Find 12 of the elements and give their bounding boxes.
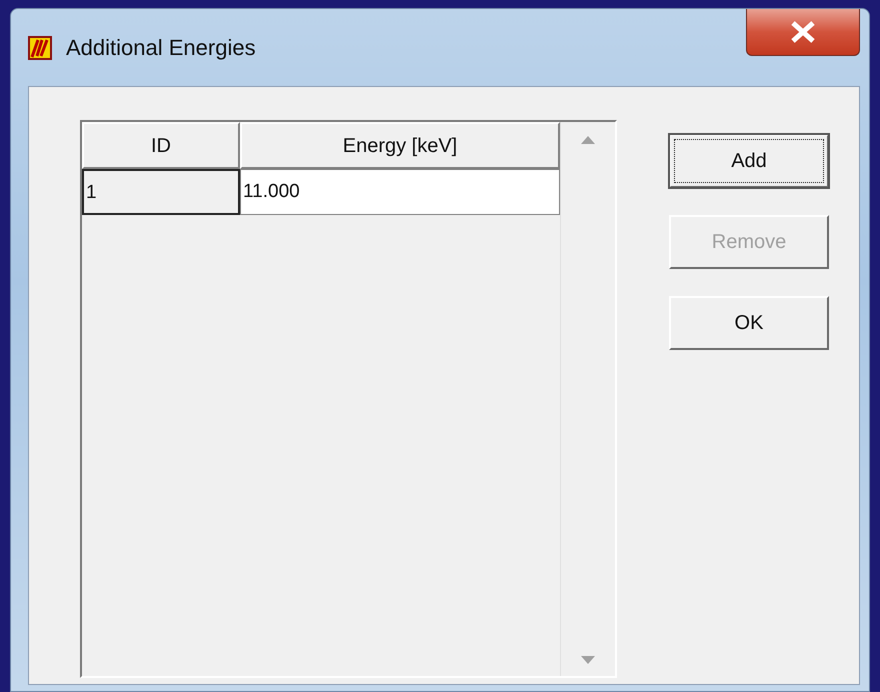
window-title: Additional Energies [66,34,256,62]
close-icon [790,21,816,43]
dialog-button[interactable]: OK [669,296,829,350]
dialog-button[interactable]: Add [669,134,829,188]
table-cell[interactable]: 1 [82,169,240,215]
column-header[interactable]: Energy [keV] [240,122,560,169]
scroll-up-icon[interactable] [581,136,595,144]
table-cell[interactable]: 11.000 [240,169,560,215]
scroll-down-icon[interactable] [581,656,595,664]
column-header[interactable]: ID [82,122,240,169]
app-icon [28,36,52,60]
close-button[interactable] [746,9,860,56]
